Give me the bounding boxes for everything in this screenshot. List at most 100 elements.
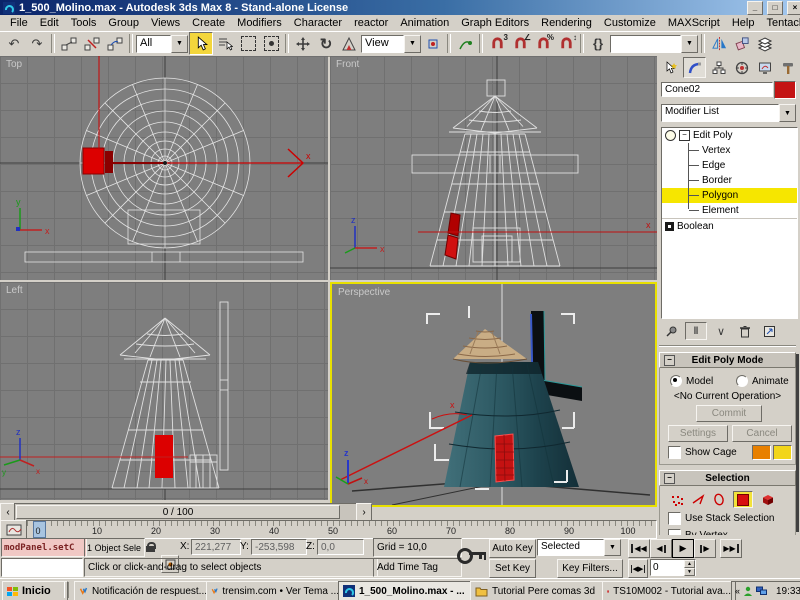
make-unique-icon[interactable]: ∨ [711,323,731,339]
stack-item-element[interactable]: Element [662,203,797,218]
auto-key-button[interactable]: Auto Key [489,539,536,558]
stack-item-border[interactable]: Border [662,173,797,188]
select-and-rotate-icon[interactable]: ↻ [315,33,337,54]
stack-item-edit-poly[interactable]: − Edit Poly [662,128,797,143]
tray-clock[interactable]: 19:33 [776,586,800,597]
time-slider-track[interactable]: 0 / 100 [14,503,358,521]
chevron-down-icon[interactable]: ▼ [404,35,421,53]
messenger-tray-icon[interactable] [743,586,753,596]
border-subobject-icon[interactable] [712,493,726,506]
taskbar-window-trensim[interactable]: trensim.com • Ver Tema ... [206,581,344,600]
menu-item-views[interactable]: Views [145,16,186,30]
element-subobject-icon[interactable] [760,493,775,506]
modifier-list-dropdown[interactable]: Modifier List▼ [661,104,796,122]
network-tray-icon[interactable] [756,586,767,596]
viewport-top[interactable]: Top x y x [0,56,328,280]
viewport-top-label[interactable]: Top [6,59,22,70]
stack-item-vertex[interactable]: Vertex [662,143,797,158]
set-key-button[interactable]: Set Key [489,559,536,578]
play-button[interactable]: ▶ [672,539,694,558]
viewport-perspective-label[interactable]: Perspective [338,287,390,298]
viewport-left[interactable]: Left z y x [0,282,328,500]
frame-spinner[interactable]: ▲▼ [684,560,695,575]
use-stack-selection-checkbox[interactable]: Use Stack Selection [668,512,775,525]
key-filters-button[interactable]: Key Filters... [557,559,623,578]
current-frame-input[interactable] [651,560,684,575]
commit-button[interactable]: Commit [696,405,762,422]
open-mini-curve-editor-button[interactable] [0,520,28,539]
show-cage-checkbox[interactable]: Show Cage [668,446,737,459]
menu-item-file[interactable]: File [4,16,34,30]
undo-icon[interactable]: ↶ [3,33,25,54]
selection-filter-dropdown[interactable]: All▼ [136,35,188,53]
taskbar-window-folder[interactable]: Tutorial Pere comas 3d [470,581,608,600]
snaps-toggle-icon[interactable]: 3 [486,33,508,54]
selection-lock-icon[interactable] [142,539,158,555]
select-and-manipulate-icon[interactable] [454,33,476,54]
vertex-subobject-icon[interactable] [670,494,684,506]
go-to-start-button[interactable]: ◀◀ [628,539,650,558]
tray-expand-icon[interactable]: « [735,586,740,596]
viewport-perspective[interactable]: Perspective [330,282,657,507]
go-to-end-button[interactable]: ▶▶ [720,539,742,558]
tab-display-icon[interactable] [754,58,775,77]
taskbar-window-pdf[interactable]: TS10M002 - Tutorial ava... [602,581,736,600]
object-color-swatch[interactable] [774,81,796,99]
x-coordinate-field[interactable] [191,539,241,555]
next-frame-button[interactable]: ▶ [694,539,716,558]
stack-item-boolean[interactable]: Boolean [662,218,797,234]
key-mode-toggle-button[interactable]: ◀▶ [628,559,648,578]
tab-hierarchy-icon[interactable] [708,58,729,77]
menu-item-rendering[interactable]: Rendering [535,16,598,30]
layer-manager-icon[interactable] [754,33,776,54]
start-button[interactable]: Inicio [2,581,68,600]
y-coordinate-field[interactable] [251,539,307,555]
viewport-left-label[interactable]: Left [6,285,23,296]
tab-utilities-icon[interactable] [777,58,798,77]
maximize-button[interactable]: □ [767,1,783,15]
remove-modifier-icon[interactable] [735,323,755,339]
menu-item-modifiers[interactable]: Modifiers [231,16,288,30]
select-and-scale-icon[interactable] [338,33,360,54]
collapse-minus-icon[interactable]: − [679,130,690,141]
add-time-tag-pane[interactable]: Add Time Tag [373,558,462,577]
show-end-result-icon[interactable]: ‖ [685,322,707,340]
unlink-selection-icon[interactable] [81,33,103,54]
key-mode-dropdown[interactable]: Selected▼ [537,539,621,556]
rectangular-selection-region-icon[interactable] [237,33,259,54]
menu-item-reactor[interactable]: reactor [348,16,394,30]
spinner-snap-toggle-icon[interactable]: ↕ [555,33,577,54]
menu-item-tools[interactable]: Tools [65,16,103,30]
viewport-front[interactable]: Front x z x [330,56,657,280]
edit-named-selections-icon[interactable]: {} [587,33,609,54]
menu-item-graph-editors[interactable]: Graph Editors [455,16,535,30]
menu-item-edit[interactable]: Edit [34,16,65,30]
select-and-move-icon[interactable] [292,33,314,54]
tab-create-icon[interactable] [660,58,681,77]
menu-item-tentacles[interactable]: Tentacles [760,16,800,30]
menu-item-customize[interactable]: Customize [598,16,662,30]
menu-item-help[interactable]: Help [726,16,761,30]
maxscript-mini-listener-input[interactable] [1,558,83,577]
menu-item-animation[interactable]: Animation [394,16,455,30]
mirror-icon[interactable] [708,33,730,54]
animate-radio[interactable]: Animate [736,375,789,387]
menu-item-maxscript[interactable]: MAXScript [662,16,726,30]
menu-item-create[interactable]: Create [186,16,231,30]
select-and-link-icon[interactable] [58,33,80,54]
use-pivot-center-icon[interactable] [422,33,444,54]
crossing-selection-icon[interactable] [260,33,282,54]
chevron-down-icon[interactable]: ▼ [171,35,188,53]
menu-item-character[interactable]: Character [288,16,348,30]
menu-item-group[interactable]: Group [102,16,145,30]
minimize-button[interactable]: _ [747,1,763,15]
cage-color-swatch[interactable] [752,445,771,460]
cage-selected-color-swatch[interactable] [773,445,792,460]
percent-snap-toggle-icon[interactable]: % [532,33,554,54]
tab-motion-icon[interactable] [731,58,752,77]
named-selection-dropdown[interactable]: ▼ [610,35,698,53]
maxscript-mini-listener-output[interactable]: modPanel.setC [1,538,87,557]
select-object-button[interactable] [189,32,213,55]
title-bar[interactable]: 1_500_Molino.max - Autodesk 3ds Max 8 - … [0,0,800,15]
redo-icon[interactable]: ↷ [26,33,48,54]
